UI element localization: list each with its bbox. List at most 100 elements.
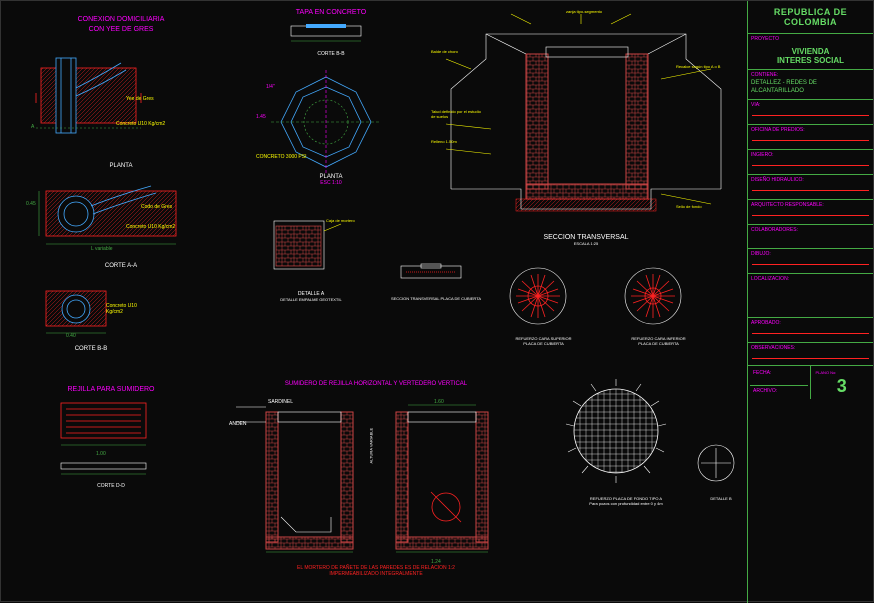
label-concreto-bb: Concreto U10 Kg/cm2	[106, 303, 151, 315]
label-concreto-aa: Concreto U10 Kg/cm2	[126, 224, 175, 230]
label-yee: Yee de Gres	[126, 96, 154, 102]
tb-fecha-label: FECHA:	[750, 368, 808, 377]
tb-project-1: VIVIENDA	[750, 47, 871, 56]
label-seccion-esc: ESCALA 1:25	[431, 241, 741, 246]
tapa-corte-drawing	[261, 16, 401, 46]
label-caja: Caja de mortero	[326, 218, 355, 223]
tb-colab-label: COLABORADORES:	[748, 225, 873, 234]
tb-arq-line	[752, 215, 869, 216]
refuerzo-sup-drawing	[496, 261, 581, 331]
label-concreto: Concreto U10 Kg/cm2	[116, 121, 165, 127]
dim-bb: 0.40	[66, 333, 76, 339]
tb-ingiero-line	[752, 165, 869, 166]
tb-aprob-line	[752, 333, 869, 334]
note-imperm: IMPERMEABILIZADO INTEGRALMENTE	[221, 571, 531, 577]
label-detalle-b: DETALLE B	[691, 496, 751, 501]
label-tapa-corte: CORTE B-B	[251, 51, 411, 57]
title-conexion: CONEXION DOMICILIARIA	[21, 16, 221, 23]
refuerzo-fondo-drawing	[556, 376, 686, 491]
tb-oficina-line	[752, 140, 869, 141]
dim-rejilla: 1.00	[96, 451, 106, 457]
label-sello: Sello de fondo	[676, 204, 702, 209]
seccion-placa-drawing	[386, 256, 476, 291]
tb-loc-label: LOCALIZACION:	[748, 274, 873, 283]
label-seccion-trans: SECCION TRANSVERSAL	[431, 234, 741, 241]
detail-conexion-domiciliaria: CONEXION DOMICILIARIA CON YEE DE GRES Ye…	[21, 16, 221, 169]
subtitle-conexion: CON YEE DE GRES	[21, 26, 221, 33]
tb-proyecto-label: PROYECTO	[748, 34, 873, 43]
dim-lvar: L variable	[91, 246, 113, 252]
label-concreto-psi: CONCRETO 3000 PSI	[256, 154, 306, 160]
tb-republic-1: REPUBLICA DE	[750, 7, 871, 17]
detail-seccion-placa: SECCION TRANSVERSAL PLACA DE CUBIERTA	[386, 256, 486, 301]
titleblock: REPUBLICA DE COLOMBIA PROYECTO VIVIENDA …	[747, 1, 873, 603]
rejilla-drawing	[36, 393, 176, 453]
label-tapa-esc: ESC 1:10	[251, 180, 411, 186]
detail-corte-aa: Codo de Gres Concreto U10 Kg/cm2 0.45 L …	[21, 176, 221, 269]
title-rejilla: REJILLA PARA SUMIDERO	[36, 386, 186, 393]
label-ref-sup-sub: PLACA DE CUBIERTA	[496, 341, 591, 346]
title-tapa: TAPA EN CONCRETO	[251, 9, 411, 16]
sumidero-drawing	[221, 387, 521, 557]
tb-contiene-1: DETALLEZ - REDES DE	[748, 79, 873, 87]
detail-tapa-concreto: TAPA EN CONCRETO CORTE B-B 1/4" 1.45 CON…	[251, 9, 411, 186]
label-ref-inf-sub: PLACA DE CUBIERTA	[611, 341, 706, 346]
label-ref-fondo-sub: Para pozos con profundidad entre 0 y 4m	[556, 501, 696, 506]
tb-arq-label: ARQUITECTO RESPONSABLE:	[748, 200, 873, 209]
refuerzo-inf-drawing	[611, 261, 696, 331]
label-relleno: Relleno 1.50m	[431, 139, 486, 144]
rejilla-corte-drawing	[36, 458, 176, 478]
dim-145: 1.45	[256, 114, 266, 120]
label-zanja: zanja tipo-segmento	[566, 9, 602, 14]
tb-via-line	[752, 115, 869, 116]
tb-ingiero-label: INGIERO:	[748, 150, 873, 159]
label-rejilla-corte: CORTE D-D	[36, 483, 186, 489]
label-recalce: Recalce según tipo A o B	[676, 64, 731, 69]
label-detalle-a-sub: DETALLE EMPALME GEOTEXTIL	[246, 297, 376, 302]
detail-refuerzo-inf: REFUERZO CARA INFERIOR PLACA DE CUBIERTA	[611, 261, 706, 346]
tb-project: VIVIENDA INTERES SOCIAL	[748, 43, 873, 69]
detail-seccion-transversal: Balde de choro Talud definido por el est…	[431, 9, 741, 246]
label-talud: Talud definido por el estudio de suelos	[431, 109, 481, 119]
detail-refuerzo-sup: REFUERZO CARA SUPERIOR PLACA DE CUBIERTA	[496, 261, 591, 346]
tb-archivo-label: ARCHIVO:	[750, 386, 808, 395]
tb-oficina-label: OFICINA DE PREDIOS:	[748, 125, 873, 134]
label-corte-aa: CORTE A-A	[21, 263, 221, 269]
dim-124: 1.24	[431, 559, 441, 565]
detail-corte-bb: Concreto U10 Kg/cm2 0.40 CORTE B-B	[31, 281, 151, 352]
tb-obs-line	[752, 358, 869, 359]
label-seccion-placa: SECCION TRANSVERSAL PLACA DE CUBIERTA	[386, 296, 486, 301]
tb-dibujo-line	[752, 264, 869, 265]
label-codo: Codo de Gres	[141, 204, 172, 210]
dim-quarter: 1/4"	[266, 84, 275, 90]
detail-b: DETALLE B	[691, 441, 751, 501]
label-corte-bb: CORTE B-B	[31, 346, 151, 352]
seccion-trans-drawing	[431, 9, 741, 234]
tb-contiene-2: ALCANTARILLADO	[748, 87, 873, 95]
tb-aprob-label: APROBADO:	[748, 318, 873, 327]
tb-via-label: VIA:	[748, 100, 873, 109]
detalle-b-drawing	[691, 441, 746, 491]
dim-045: 0.45	[26, 201, 36, 207]
tb-plano-num: 3	[813, 376, 872, 397]
label-altura: ALTURA VARIABLE	[369, 428, 374, 464]
tb-dibujo-label: DIBUJO:	[748, 249, 873, 258]
tb-republic-2: COLOMBIA	[750, 17, 871, 27]
sec-marker-a: A	[31, 124, 34, 130]
drawing-sheet: CONEXION DOMICILIARIA CON YEE DE GRES Ye…	[0, 0, 874, 602]
detail-sumidero: SUMIDERO DE REJILLA HORIZONTAL Y VERTEDE…	[221, 381, 531, 577]
tb-diseno-label: DISEÑO HIDRAULICO:	[748, 175, 873, 184]
detail-a: Caja de mortero DETALLE A DETALLE EMPALM…	[246, 206, 376, 302]
label-anden: ANDEN	[229, 421, 247, 427]
dim-160: 1.60	[434, 399, 444, 405]
conexion-planta-drawing	[21, 38, 201, 168]
detail-refuerzo-fondo: REFUERZO PLACA DE FONDO TIPO A Para pozo…	[556, 376, 696, 506]
detail-rejilla: REJILLA PARA SUMIDERO 1.00 CORTE D-D	[36, 386, 186, 489]
label-balde: Balde de choro	[431, 49, 476, 54]
label-sardinel: SARDINEL	[268, 399, 293, 405]
tb-republic: REPUBLICA DE COLOMBIA	[748, 1, 873, 33]
tb-plano-label: PLANO No:	[813, 368, 872, 376]
tb-project-2: INTERES SOCIAL	[750, 56, 871, 65]
tb-contiene-label: CONTIENE:	[748, 70, 873, 79]
tb-obs-label: OBSERVACIONES:	[748, 343, 873, 352]
